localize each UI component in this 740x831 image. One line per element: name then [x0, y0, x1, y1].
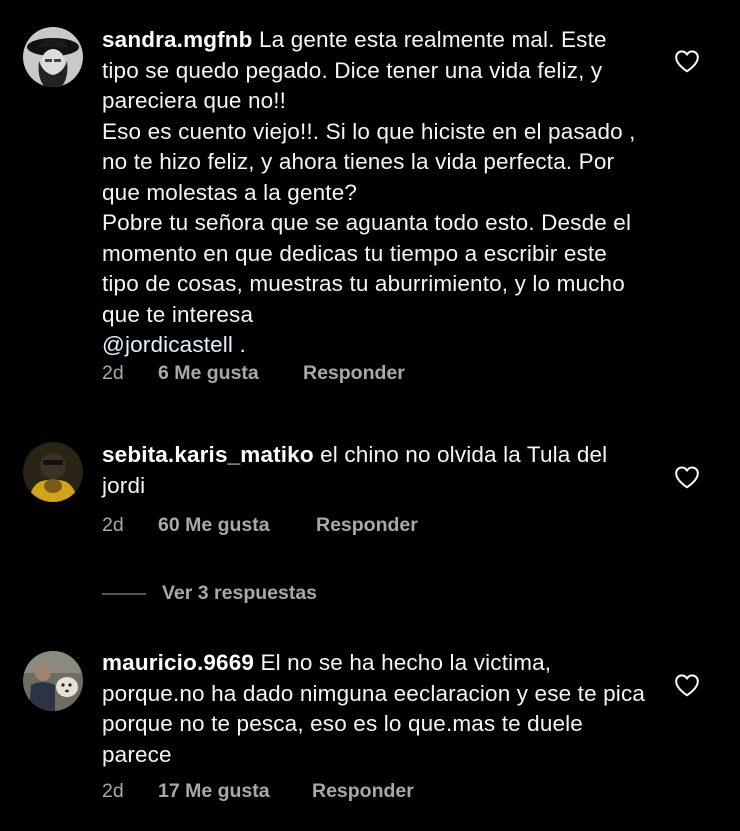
comment-username[interactable]: mauricio.9669 [102, 650, 254, 675]
mention-link[interactable]: @jordicastell [102, 332, 233, 357]
likes-count[interactable]: 17 Me gusta [158, 780, 270, 803]
comment-time: 2d [102, 514, 124, 536]
comment-time: 2d [102, 362, 124, 384]
heart-icon[interactable] [674, 465, 700, 489]
comment-text: sandra.mgfnb La gente esta realmente mal… [102, 25, 647, 361]
comment-time: 2d [102, 780, 124, 802]
reply-button[interactable]: Responder [312, 780, 414, 803]
heart-icon[interactable] [674, 49, 700, 73]
mention-suffix: . [233, 332, 246, 357]
heart-icon[interactable] [674, 673, 700, 697]
comment-paragraph: Pobre tu señora que se aguanta todo esto… [102, 210, 632, 327]
reply-button[interactable]: Responder [316, 514, 418, 537]
reply-button[interactable]: Responder [303, 362, 405, 385]
view-replies-button[interactable]: Ver 3 respuestas [162, 582, 317, 605]
avatar[interactable] [23, 442, 83, 502]
likes-count[interactable]: 6 Me gusta [158, 362, 259, 385]
comment-text: sebita.karis_matiko el chino no olvida l… [102, 440, 647, 501]
comment-paragraph: Eso es cuento viejo!!. Si lo que hiciste… [102, 118, 636, 205]
likes-count[interactable]: 60 Me gusta [158, 514, 270, 537]
avatar[interactable] [23, 651, 83, 711]
comment-username[interactable]: sandra.mgfnb [102, 27, 253, 52]
comment-username[interactable]: sebita.karis_matiko [102, 442, 314, 467]
replies-divider [102, 593, 146, 595]
avatar[interactable] [23, 27, 83, 87]
comment-text: mauricio.9669 El no se ha hecho la victi… [102, 648, 647, 770]
